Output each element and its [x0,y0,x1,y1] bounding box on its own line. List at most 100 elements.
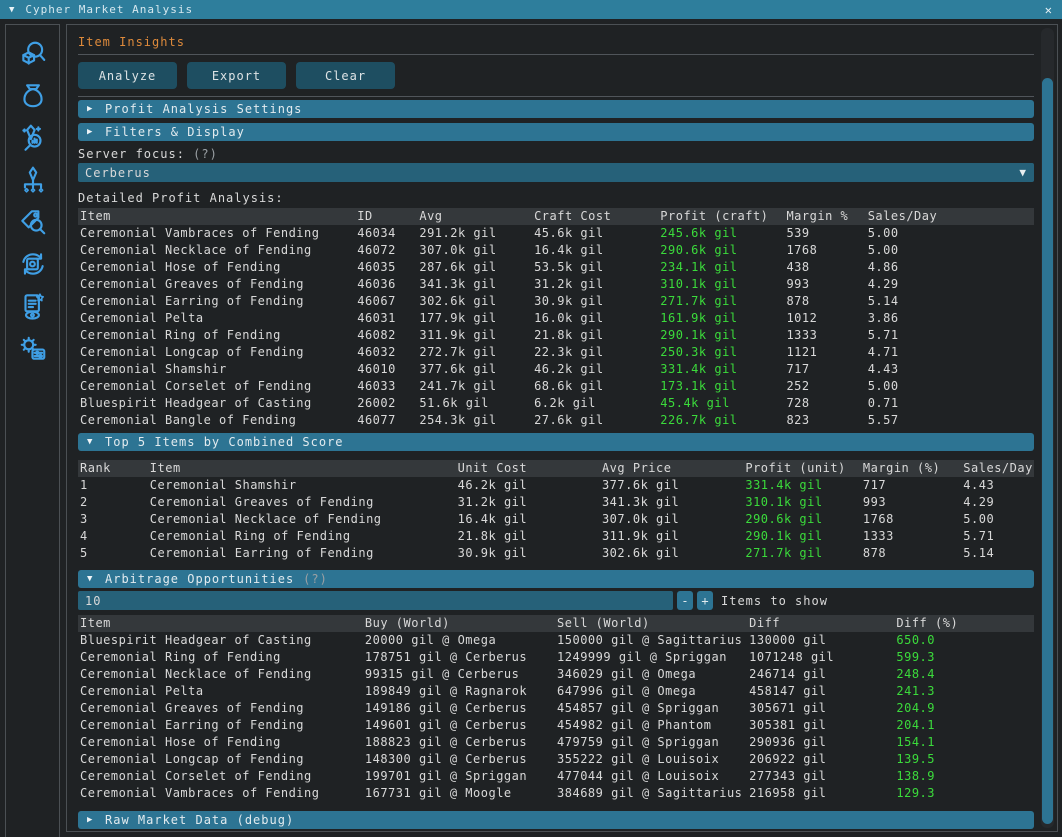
settings-sliders-icon[interactable] [17,333,49,363]
cell: 31.2k gil [532,276,658,293]
cell: 305381 gil [747,717,894,734]
cell: 148300 gil @ Cerberus [363,751,555,768]
increment-button[interactable]: + [697,591,713,610]
table-row: Bluespirit Headgear of Casting2600251.6k… [78,395,1034,412]
cell: 993 [784,276,865,293]
window-collapse-icon[interactable]: ▼ [9,5,15,15]
table-row: Ceremonial Shamshir46010377.6k gil46.2k … [78,361,1034,378]
cell: 5.57 [866,412,1034,429]
scrollbar-track[interactable] [1041,28,1054,828]
table-header-row: RankItemUnit CostAvg PriceProfit (unit)M… [78,460,1034,477]
section-filters-display[interactable]: ▶ Filters & Display [78,123,1034,141]
cell: Ceremonial Longcap of Fending [78,344,355,361]
detailed-profit-table: ItemIDAvgCraft CostProfit (craft)Margin … [78,208,1034,429]
table-row: 2Ceremonial Greaves of Fending31.2k gil3… [78,494,1034,511]
table-row: Ceremonial Greaves of Fending149186 gil … [78,700,1034,717]
server-dropdown[interactable]: Cerberus ▼ [78,163,1034,182]
cell: 346029 gil @ Omega [555,666,747,683]
section-label: Filters & Display [105,125,245,139]
cell: 479759 gil @ Spriggan [555,734,747,751]
crystal-network-icon[interactable] [17,165,49,195]
cell: 46077 [355,412,417,429]
cell: 45.4k gil [658,395,784,412]
scrollbar-thumb[interactable] [1042,78,1053,824]
cell: Ceremonial Greaves of Fending [78,276,355,293]
cell: 477044 gil @ Louisoix [555,768,747,785]
cell: 341.3k gil [600,494,743,511]
cell: 1 [78,477,148,494]
cell: 20000 gil @ Omega [363,632,555,649]
cell: 307.0k gil [600,511,743,528]
table-header-row: ItemIDAvgCraft CostProfit (craft)Margin … [78,208,1034,225]
cell: 68.6k gil [532,378,658,395]
cell: 0.71 [866,395,1034,412]
close-icon[interactable]: ✕ [1045,3,1053,17]
cell: Ceremonial Greaves of Fending [148,494,456,511]
main-panel: Item Insights Analyze Export Clear ▶ Pro… [66,24,1058,832]
cell: 310.1k gil [743,494,861,511]
table-row: 4Ceremonial Ring of Fending21.8k gil311.… [78,528,1034,545]
column-header: Profit (craft) [658,208,784,225]
section-label: Arbitrage Opportunities [105,572,294,586]
column-header: Sell (World) [555,615,747,632]
cell: 167731 gil @ Moogle [363,785,555,802]
section-label: Raw Market Data (debug) [105,813,294,827]
cell: 454857 gil @ Spriggan [555,700,747,717]
column-header: Buy (World) [363,615,555,632]
table-row: Ceremonial Hose of Fending46035287.6k gi… [78,259,1034,276]
section-raw-market-data[interactable]: ▶ Raw Market Data (debug) [78,811,1034,829]
cell: 3 [78,511,148,528]
export-button[interactable]: Export [187,62,286,89]
cell: Ceremonial Earring of Fending [148,545,456,562]
cell: 290.6k gil [658,242,784,259]
data-sync-icon[interactable] [17,249,49,279]
cell: 154.1 [894,734,1034,751]
cell: Ceremonial Necklace of Fending [148,511,456,528]
cell: Ceremonial Vambraces of Fending [78,225,355,242]
items-to-show-input[interactable] [78,591,673,610]
section-label: Top 5 Items by Combined Score [105,435,344,449]
cell: Ceremonial Shamshir [78,361,355,378]
decrement-button[interactable]: - [677,591,693,610]
help-hint: (?) [193,147,218,161]
table-row: Ceremonial Vambraces of Fending46034291.… [78,225,1034,242]
cell: 311.9k gil [600,528,743,545]
report-favorites-icon[interactable] [17,291,49,321]
cell: 46031 [355,310,417,327]
cell: 1768 [861,511,961,528]
section-profit-analysis-settings[interactable]: ▶ Profit Analysis Settings [78,100,1034,118]
cell: 1333 [861,528,961,545]
chevron-down-icon: ▼ [87,437,105,447]
gil-bag-icon[interactable] [17,81,49,111]
item-search-icon[interactable] [17,39,49,69]
cell: 46035 [355,259,417,276]
cell: 216958 gil [747,785,894,802]
arbitrage-controls: - + Items to show [78,591,1034,610]
cell: 46036 [355,276,417,293]
server-dropdown-value: Cerberus [85,166,151,180]
analyze-button[interactable]: Analyze [78,62,177,89]
table-row: Ceremonial Pelta189849 gil @ Ragnarok647… [78,683,1034,700]
cell: Ceremonial Necklace of Fending [78,666,363,683]
table-row: Ceremonial Longcap of Fending148300 gil … [78,751,1034,768]
clear-button[interactable]: Clear [296,62,395,89]
cell: 4.29 [866,276,1034,293]
column-header: Avg Price [600,460,743,477]
cell: 290.1k gil [658,327,784,344]
cell: 3.86 [866,310,1034,327]
table-row: Ceremonial Corselet of Fending199701 gil… [78,768,1034,785]
section-top5[interactable]: ▼ Top 5 Items by Combined Score [78,433,1034,451]
column-header: Unit Cost [456,460,600,477]
column-header: Margin % [784,208,865,225]
cell: 161.9k gil [658,310,784,327]
table-row: Ceremonial Longcap of Fending46032272.7k… [78,344,1034,361]
price-tag-search-icon[interactable] [17,207,49,237]
cell: 272.7k gil [417,344,532,361]
section-arbitrage[interactable]: ▼ Arbitrage Opportunities (?) [78,570,1034,588]
crystal-insights-icon[interactable] [17,123,49,153]
cell: Ceremonial Greaves of Fending [78,700,363,717]
table-row: Ceremonial Ring of Fending46082311.9k gi… [78,327,1034,344]
table-row: Ceremonial Greaves of Fending46036341.3k… [78,276,1034,293]
cell: 16.4k gil [456,511,600,528]
cell: 130000 gil [747,632,894,649]
